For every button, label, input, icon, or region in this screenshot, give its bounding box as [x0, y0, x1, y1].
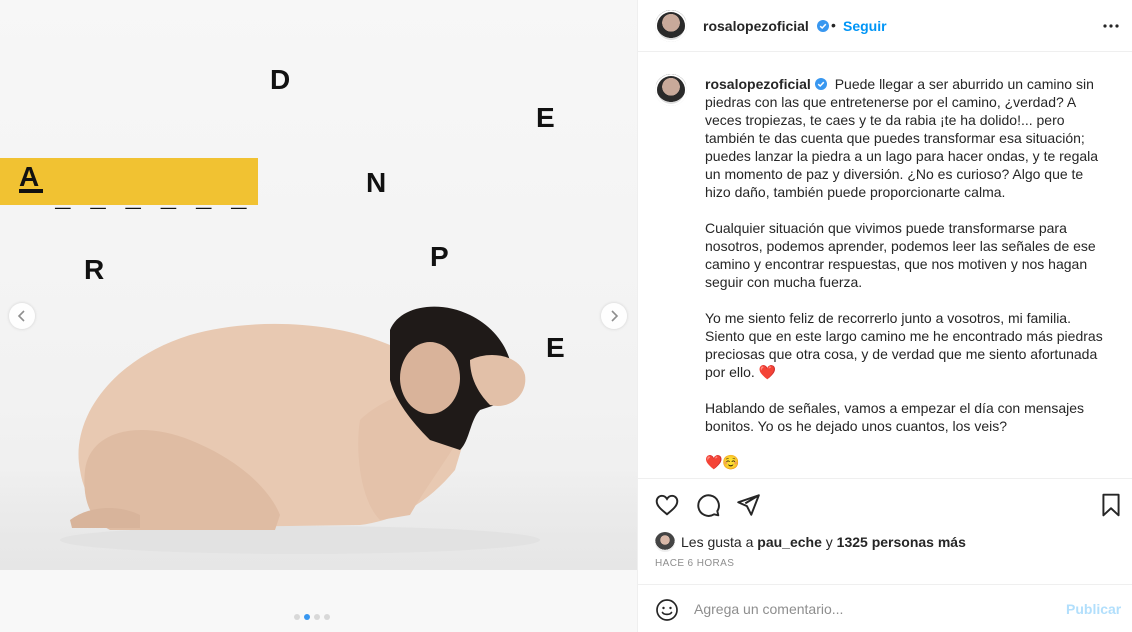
caption-paragraph-1: Puede llegar a ser aburrido un camino si…: [705, 76, 1102, 200]
emoji-picker-icon[interactable]: [655, 598, 679, 622]
post-actions-bar: [638, 478, 1132, 528]
caption-author-avatar[interactable]: [655, 74, 687, 106]
publish-comment-button[interactable]: Publicar: [1066, 601, 1121, 617]
post-header: rosalopezoficial • Seguir: [638, 0, 1132, 52]
author-avatar[interactable]: [655, 10, 687, 42]
comment-input[interactable]: [694, 596, 1044, 622]
author-username-text[interactable]: rosalopezoficial: [703, 18, 809, 34]
slide-dot: [294, 614, 300, 620]
like-heart-icon[interactable]: [654, 492, 680, 518]
caption-username-text[interactable]: rosalopezoficial: [705, 76, 811, 92]
previous-slide-button[interactable]: [9, 303, 35, 329]
author-username[interactable]: rosalopezoficial: [703, 18, 829, 34]
slide-dot: [314, 614, 320, 620]
caption-username[interactable]: rosalopezoficial: [705, 76, 827, 92]
post-caption: rosalopezoficial Puede llegar a ser abur…: [705, 75, 1105, 478]
likes-summary[interactable]: Les gusta a pau_eche y 1325 personas más: [655, 531, 966, 553]
save-bookmark-icon[interactable]: [1098, 492, 1124, 518]
comment-icon[interactable]: [695, 492, 721, 518]
caption-scroll-area[interactable]: rosalopezoficial Puede llegar a ser abur…: [638, 53, 1132, 478]
comment-composer: Publicar: [638, 584, 1132, 632]
separator-dot: •: [831, 17, 836, 33]
likes-conj: y: [825, 534, 833, 550]
chevron-left-icon: [17, 310, 25, 322]
verified-badge-icon: [814, 78, 827, 90]
next-slide-button[interactable]: [601, 303, 627, 329]
liker-username[interactable]: pau_eche: [757, 534, 822, 550]
slide-dot: [324, 614, 330, 620]
likes-count[interactable]: 1325 personas más: [837, 534, 966, 550]
media-bottom-strip: [0, 570, 637, 632]
likes-prefix: Les gusta a: [681, 534, 754, 550]
follow-button[interactable]: Seguir: [843, 18, 887, 34]
slide-indicator: [294, 614, 330, 620]
post-media[interactable]: A _ _ _ _ _ _ D E N R P E: [0, 0, 637, 632]
liker-avatar[interactable]: [655, 532, 675, 552]
kneeling-figure-image: [60, 306, 540, 554]
share-send-icon[interactable]: [735, 492, 761, 518]
caption-paragraph-2: Cualquier situación que vivimos puede tr…: [705, 220, 1100, 290]
caption-paragraph-5: ❤️☺️: [705, 454, 740, 470]
more-options-icon[interactable]: [1101, 18, 1121, 34]
post-sidebar: rosalopezoficial • Seguir rosalopezofici…: [637, 0, 1132, 632]
slide-dot-active: [304, 614, 310, 620]
caption-paragraph-3: Yo me siento feliz de recorrerlo junto a…: [705, 310, 1107, 380]
caption-paragraph-4: Hablando de señales, vamos a empezar el …: [705, 400, 1088, 434]
chevron-right-icon: [611, 310, 619, 322]
verified-badge-icon: [816, 20, 829, 32]
post-timestamp[interactable]: HACE 6 HORAS: [655, 558, 734, 569]
